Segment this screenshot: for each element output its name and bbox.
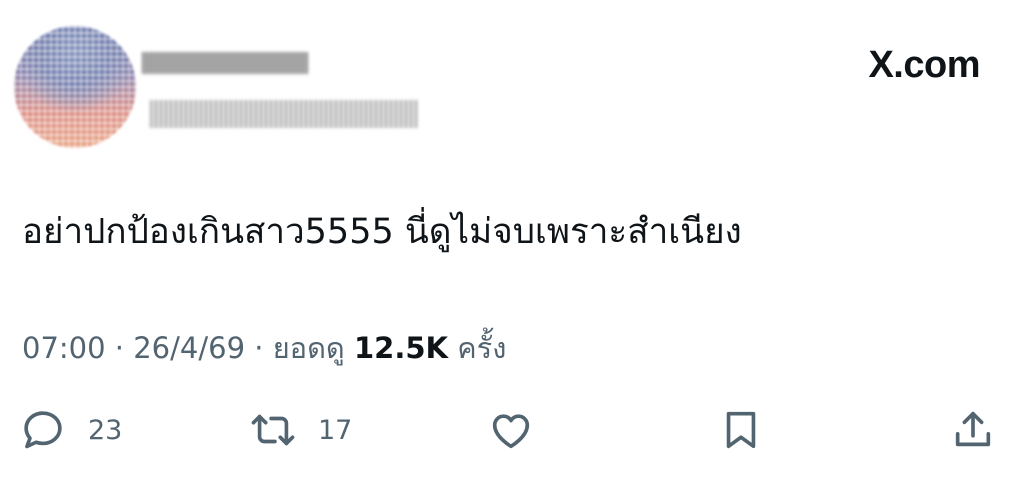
brand-label: X.com [868,44,980,86]
tweet-date[interactable]: 26/4/69 [133,331,245,365]
bookmark-icon [718,407,764,453]
views-label: ยอดดู [272,331,345,365]
reply-button[interactable]: 23 [20,400,122,460]
site-brand: X.com [868,44,980,87]
reply-count: 23 [88,414,123,446]
meta-separator: · [105,331,134,365]
like-button[interactable] [488,400,534,460]
author-handle-redacted[interactable] [150,100,418,128]
tweet-meta: 07:00 · 26/4/69 · ยอดดู 12.5K ครั้ง [22,326,506,370]
heart-icon [488,407,534,453]
tweet-time[interactable]: 07:00 [22,331,106,365]
share-icon [950,407,996,453]
views-unit: ครั้ง [457,331,507,365]
repost-count: 17 [318,414,353,446]
share-button[interactable] [950,400,996,460]
author-name-redacted[interactable] [142,52,308,74]
author-avatar[interactable] [14,26,136,148]
bookmark-button[interactable] [718,400,764,460]
reply-icon [20,407,66,453]
repost-button[interactable]: 17 [250,400,352,460]
repost-icon [250,407,296,453]
tweet-text: อย่าปกป้องเกินสาว5555 นี่ดูไม่จบเพราะสำเ… [22,212,742,252]
meta-separator: · [245,331,273,365]
tweet-actions: 23 17 [0,400,1024,460]
tweet-header: X.com [0,0,1024,170]
views-count[interactable]: 12.5K [354,331,448,365]
